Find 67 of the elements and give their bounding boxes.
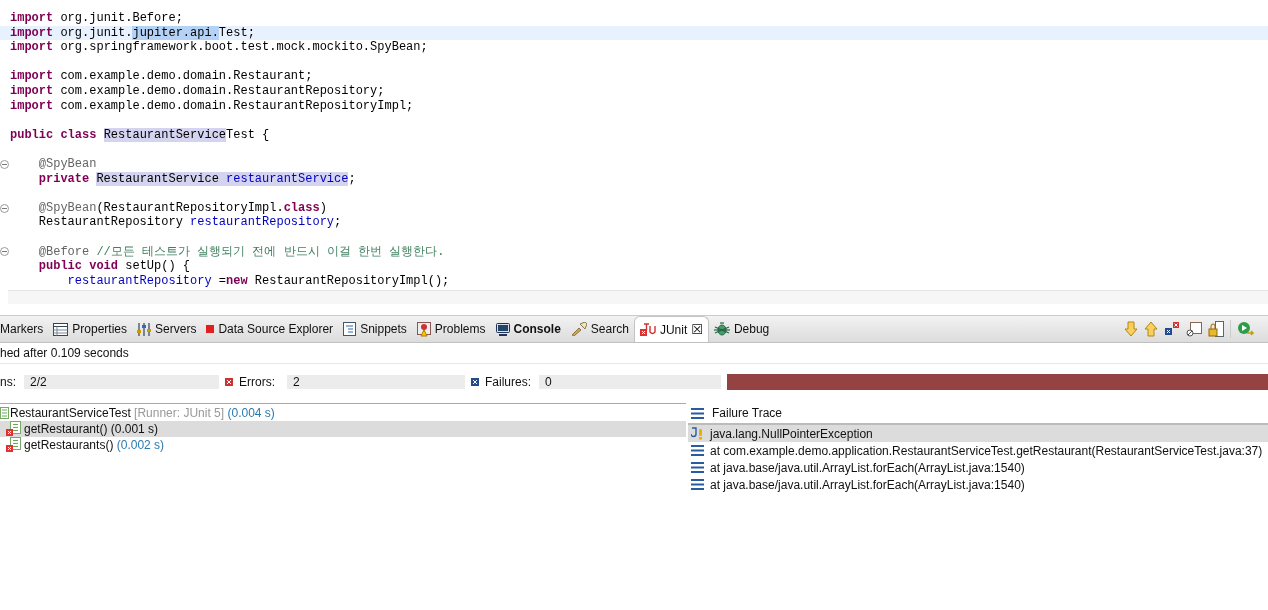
stack-frame-icon xyxy=(691,479,704,490)
trace-line[interactable]: at com.example.demo.application.RestaurantServiceTest.getRestaurant(RestaurantServiceTest.java:37) xyxy=(688,442,1268,459)
code-line: import org.junit.Before; xyxy=(10,11,183,26)
tree-item[interactable]: getRestaurants() (0.002 s) xyxy=(0,437,686,453)
failure-trace-title: Failure Trace xyxy=(712,406,783,420)
document-icon xyxy=(343,322,357,336)
counter-label: Failures: xyxy=(485,375,531,389)
code-line: public void setUp() { xyxy=(37,259,191,274)
view-tab[interactable]: Problems xyxy=(411,316,491,342)
stack-icon xyxy=(691,407,704,419)
view-tab[interactable]: Properties xyxy=(48,316,133,342)
table-icon xyxy=(53,322,69,336)
code-line: @SpyBean xyxy=(37,156,97,172)
exception-icon xyxy=(691,427,704,440)
view-tab[interactable]: Markers xyxy=(0,316,49,342)
counter-value: 0 xyxy=(539,375,721,389)
tree-item[interactable]: getRestaurant() (0.001 s) xyxy=(0,421,686,437)
monitor-icon xyxy=(495,322,510,336)
error-filter-icon[interactable] xyxy=(1164,321,1180,337)
code-line: private RestaurantService restaurantService; xyxy=(37,171,356,187)
tree-item[interactable]: RestaurantServiceTest [Runner: JUnit 5] (0.004 s) xyxy=(0,405,686,421)
test-error-icon xyxy=(6,421,22,437)
view-tab[interactable]: Data Source Explorer xyxy=(201,316,339,342)
horizontal-scrollbar[interactable] xyxy=(8,290,1268,305)
view-tab[interactable]: JUnit ☒ xyxy=(633,316,709,342)
code-line: @SpyBean(RestaurantRepositoryImpl.class) xyxy=(37,200,327,216)
collapse-icon[interactable] xyxy=(0,203,9,213)
code-line: public class RestaurantServiceTest { xyxy=(10,127,270,143)
down-arrow-icon[interactable] xyxy=(1124,321,1138,337)
counter-value: 2 xyxy=(287,375,465,389)
error-icon xyxy=(225,378,233,386)
flashlight-icon xyxy=(570,322,587,336)
trace-line[interactable]: at java.base/java.util.ArrayList.forEach(ArrayList.java:1540) xyxy=(688,459,1268,476)
collapse-icon[interactable] xyxy=(0,159,9,169)
view-tab[interactable]: Servers xyxy=(132,316,202,342)
code-line: import org.springframework.boot.test.mock.mockito.SpyBean; xyxy=(10,40,428,55)
view-tab[interactable]: Snippets xyxy=(338,316,412,342)
code-line: restaurantRepository =new RestaurantRepositoryImpl(); xyxy=(66,273,450,289)
rerun-icon[interactable] xyxy=(1237,321,1254,337)
code-line: import org.junit.jupiter.api.Test; xyxy=(10,25,255,41)
code-line: import com.example.demo.domain.Restaurant; xyxy=(10,69,313,84)
view-tab[interactable]: Search xyxy=(565,316,634,342)
view-tab[interactable]: Debug xyxy=(708,316,775,342)
code-line: RestaurantRepository restaurantRepository; xyxy=(37,215,342,230)
stack-frame-icon xyxy=(691,445,704,456)
bug-icon xyxy=(713,321,730,337)
code-line: import com.example.demo.domain.RestaurantRepository; xyxy=(10,83,385,99)
junit-icon xyxy=(639,322,656,337)
counter-value: 2/2 xyxy=(24,375,219,389)
code-line: import com.example.demo.domain.RestaurantRepositoryImpl; xyxy=(10,98,414,114)
counter-label: ns: xyxy=(0,375,16,389)
failure-icon xyxy=(471,378,479,386)
warning-icon xyxy=(416,321,431,337)
status-text: hed after 0.109 seconds xyxy=(0,343,1268,364)
sliders-icon xyxy=(137,322,152,336)
close-icon[interactable]: ☒ xyxy=(691,322,703,337)
code-line: @Before //모든 테스트가 실행되기 전에 반드시 이걸 한번 실행한다. xyxy=(37,244,445,260)
test-error-icon xyxy=(6,437,22,453)
view-tab[interactable]: Console xyxy=(490,316,566,342)
layout-icon[interactable] xyxy=(1186,321,1202,337)
stack-frame-icon xyxy=(691,462,704,473)
trace-line[interactable]: at java.base/java.util.ArrayList.forEach(ArrayList.java:1540) xyxy=(688,476,1268,493)
up-arrow-icon[interactable] xyxy=(1144,321,1158,337)
collapse-icon[interactable] xyxy=(0,247,9,257)
square-icon xyxy=(206,325,215,333)
lock-icon[interactable] xyxy=(1208,321,1224,337)
counter-label: Errors: xyxy=(239,375,275,389)
